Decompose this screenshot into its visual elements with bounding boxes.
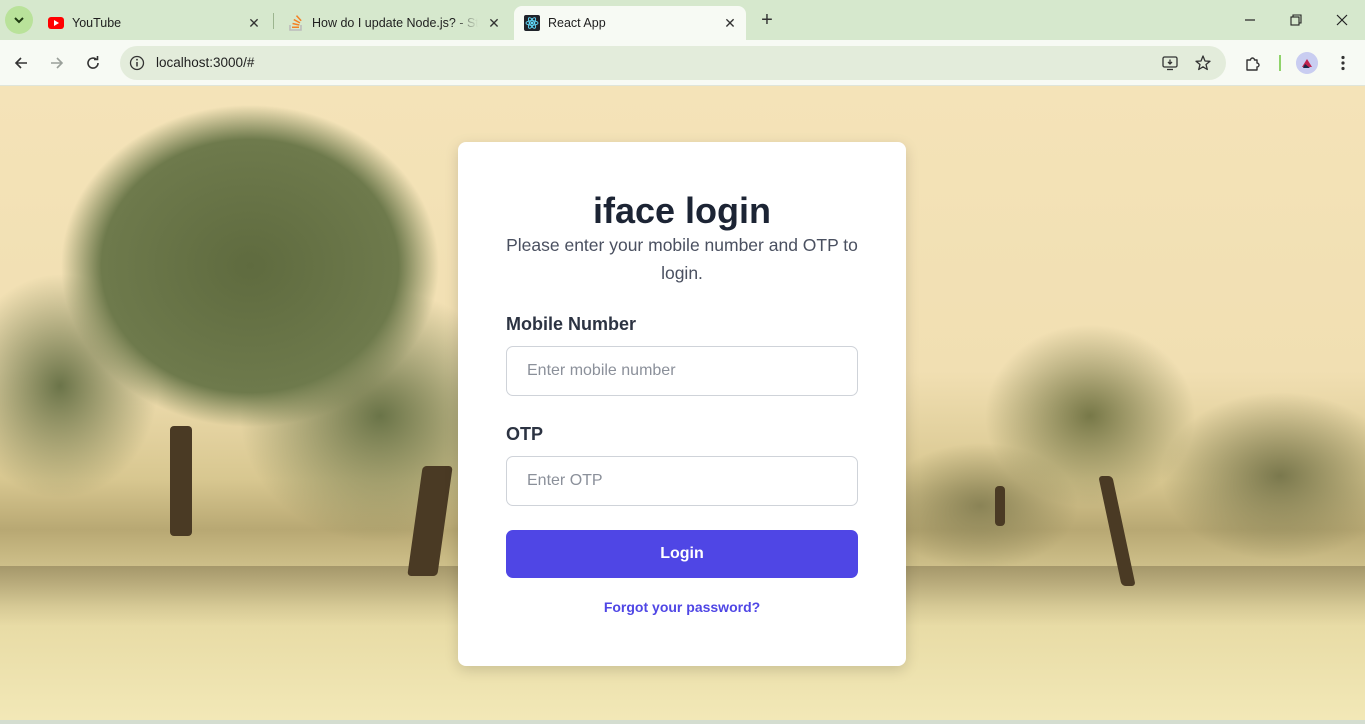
tree-trunk xyxy=(995,486,1005,526)
tree-trunk xyxy=(407,466,453,576)
restore-button[interactable] xyxy=(1284,8,1308,32)
login-button[interactable]: Login xyxy=(506,530,858,578)
close-icon xyxy=(1336,14,1348,26)
install-app-icon[interactable] xyxy=(1161,54,1179,72)
close-icon[interactable]: ✕ xyxy=(722,15,738,31)
tab-title: React App xyxy=(548,16,606,30)
react-icon xyxy=(524,15,540,31)
avatar-image xyxy=(1296,52,1318,74)
back-button[interactable] xyxy=(9,51,33,75)
page-background: iface login Please enter your mobile num… xyxy=(0,86,1365,720)
close-icon[interactable]: ✕ xyxy=(246,15,262,31)
reload-icon xyxy=(87,56,99,69)
tab-title: YouTube xyxy=(72,16,122,30)
restore-icon xyxy=(1290,14,1302,26)
login-card: iface login Please enter your mobile num… xyxy=(458,142,906,666)
bookmark-star-icon[interactable] xyxy=(1194,54,1212,72)
close-window-button[interactable] xyxy=(1330,8,1354,32)
url-text: localhost:3000/# xyxy=(156,55,255,70)
window-bottom-edge xyxy=(0,720,1365,724)
extensions-button[interactable] xyxy=(1241,51,1265,75)
minimize-button[interactable] xyxy=(1238,8,1262,32)
mobile-number-input[interactable] xyxy=(506,346,858,396)
tab-strip: YouTube ✕ How do I update Node.js? - Sta… xyxy=(0,0,1365,40)
puzzle-icon xyxy=(1246,57,1260,71)
site-info-icon[interactable] xyxy=(128,54,146,72)
minimize-icon xyxy=(1245,19,1255,21)
tab-title: How do I update Node.js? - Stack Overflo… xyxy=(312,16,478,30)
new-tab-button[interactable]: + xyxy=(756,9,778,31)
chevron-down-icon xyxy=(14,17,24,24)
login-subtitle: Please enter your mobile number and OTP … xyxy=(506,235,858,283)
reload-button[interactable] xyxy=(81,51,105,75)
tab-search-button[interactable] xyxy=(5,6,33,34)
browser-menu-button[interactable] xyxy=(1331,51,1355,75)
toolbar-divider xyxy=(1279,55,1281,71)
profile-avatar[interactable] xyxy=(1296,52,1318,74)
tree-trunk xyxy=(170,426,192,536)
arrow-right-icon xyxy=(51,57,64,69)
address-bar[interactable]: localhost:3000/# xyxy=(120,46,1226,80)
more-vertical-icon xyxy=(1341,55,1345,71)
tab-divider xyxy=(273,13,274,29)
mobile-number-label: Mobile Number xyxy=(506,314,637,334)
youtube-icon xyxy=(48,15,64,31)
stackoverflow-icon xyxy=(288,15,304,31)
login-title: iface login xyxy=(592,190,772,231)
tab-youtube[interactable]: YouTube ✕ xyxy=(38,6,270,40)
tab-stackoverflow[interactable]: How do I update Node.js? - Stack Overflo… xyxy=(278,6,510,40)
browser-toolbar: localhost:3000/# xyxy=(0,40,1365,86)
arrow-left-icon xyxy=(14,57,27,69)
forward-button[interactable] xyxy=(45,51,69,75)
otp-input[interactable] xyxy=(506,456,858,506)
tab-react-app[interactable]: React App ✕ xyxy=(514,6,746,40)
forgot-password-link[interactable]: Forgot your password? xyxy=(458,599,906,615)
close-icon[interactable]: ✕ xyxy=(486,15,502,31)
otp-label: OTP xyxy=(506,424,544,444)
